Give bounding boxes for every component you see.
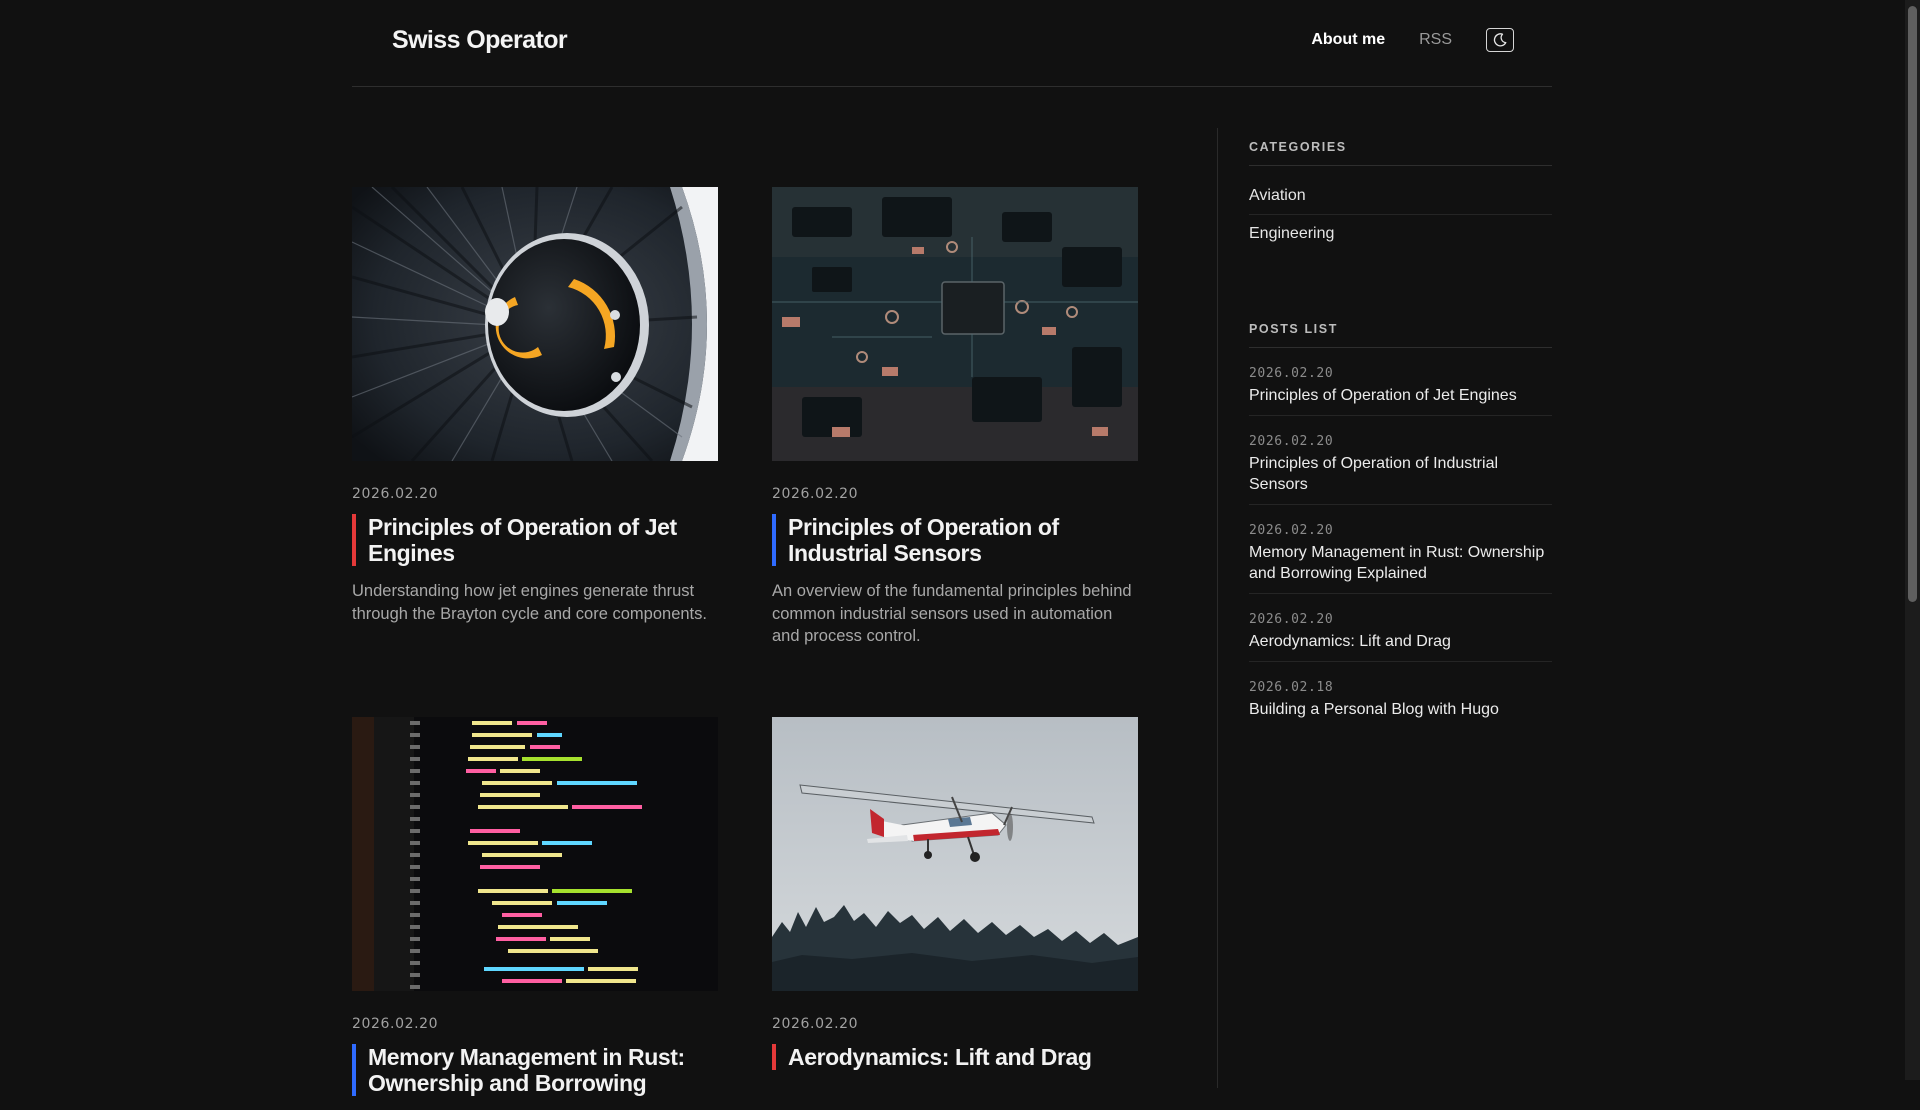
category-link-engineering[interactable]: Engineering bbox=[1249, 215, 1552, 252]
post-title-accent: Aerodynamics: Lift and Drag bbox=[772, 1044, 1138, 1070]
sidebar: CATEGORIES Aviation Engineering POSTS LI… bbox=[1217, 128, 1554, 1088]
categories-list: Aviation Engineering bbox=[1249, 177, 1552, 252]
posts-list-date: 2026.02.20 bbox=[1249, 434, 1334, 449]
posts-list-item[interactable]: 2026.02.20 Principles of Operation of In… bbox=[1249, 416, 1552, 505]
scrollbar-thumb[interactable] bbox=[1908, 6, 1917, 602]
post-title-accent: Principles of Operation of Jet Engines bbox=[352, 514, 718, 566]
code-screen-image[interactable] bbox=[352, 717, 718, 991]
posts-list-title-link[interactable]: Aerodynamics: Lift and Drag bbox=[1249, 631, 1552, 652]
jet-engine-fan-image[interactable] bbox=[352, 187, 718, 461]
posts-list-heading: POSTS LIST bbox=[1249, 322, 1552, 348]
post-card[interactable]: 2026.02.20 Aerodynamics: Lift and Drag bbox=[772, 717, 1138, 1084]
posts-list-title-link[interactable]: Principles of Operation of Jet Engines bbox=[1249, 385, 1552, 406]
page: Swiss Operator About me RSS 2026.02.20 P… bbox=[0, 0, 1905, 1096]
post-date: 2026.02.20 bbox=[772, 486, 859, 502]
posts-list-item[interactable]: 2026.02.18 Building a Personal Blog with… bbox=[1249, 662, 1552, 729]
posts-list-item[interactable]: 2026.02.20 Aerodynamics: Lift and Drag bbox=[1249, 594, 1552, 662]
posts-list-date: 2026.02.20 bbox=[1249, 612, 1334, 627]
posts-list-section: POSTS LIST 2026.02.20 Principles of Oper… bbox=[1249, 322, 1552, 729]
airplane-image[interactable] bbox=[772, 717, 1138, 991]
posts-list-date: 2026.02.20 bbox=[1249, 366, 1334, 381]
theme-toggle-button[interactable] bbox=[1486, 28, 1514, 52]
post-excerpt: Understanding how jet engines generate t… bbox=[352, 582, 707, 623]
posts-list-date: 2026.02.20 bbox=[1249, 523, 1334, 538]
nav-about-link[interactable]: About me bbox=[1311, 31, 1385, 49]
site-header: Swiss Operator About me RSS bbox=[352, 0, 1552, 87]
category-link-aviation[interactable]: Aviation bbox=[1249, 177, 1552, 215]
post-title-link[interactable]: Principles of Operation of Industrial Se… bbox=[788, 514, 1138, 566]
moon-icon bbox=[1493, 33, 1507, 47]
post-title-link[interactable]: Memory Management in Rust: Ownership and… bbox=[368, 1044, 718, 1096]
post-title-accent: Memory Management in Rust: Ownership and… bbox=[352, 1044, 718, 1096]
circuit-board-image[interactable] bbox=[772, 187, 1138, 461]
main-nav: About me RSS bbox=[1311, 28, 1514, 52]
post-card[interactable]: 2026.02.20 Memory Management in Rust: Ow… bbox=[352, 717, 718, 1110]
page-scrollbar[interactable] bbox=[1905, 0, 1920, 1080]
categories-heading: CATEGORIES bbox=[1249, 140, 1552, 166]
posts-list-title-link[interactable]: Principles of Operation of Industrial Se… bbox=[1249, 453, 1552, 495]
post-card[interactable]: 2026.02.20 Principles of Operation of In… bbox=[772, 187, 1138, 648]
posts-list-title-link[interactable]: Building a Personal Blog with Hugo bbox=[1249, 699, 1552, 720]
posts-list-item[interactable]: 2026.02.20 Memory Management in Rust: Ow… bbox=[1249, 505, 1552, 594]
site-brand-link[interactable]: Swiss Operator bbox=[392, 26, 568, 55]
post-date: 2026.02.20 bbox=[772, 1016, 859, 1032]
post-title-link[interactable]: Principles of Operation of Jet Engines bbox=[368, 514, 718, 566]
post-date: 2026.02.20 bbox=[352, 486, 439, 502]
categories-section: CATEGORIES Aviation Engineering bbox=[1249, 140, 1552, 252]
posts-list-title-link[interactable]: Memory Management in Rust: Ownership and… bbox=[1249, 542, 1552, 584]
post-title-accent: Principles of Operation of Industrial Se… bbox=[772, 514, 1138, 566]
post-date: 2026.02.20 bbox=[352, 1016, 439, 1032]
posts-list-item[interactable]: 2026.02.20 Principles of Operation of Je… bbox=[1249, 348, 1552, 416]
nav-rss-link[interactable]: RSS bbox=[1419, 31, 1452, 49]
post-excerpt: An overview of the fundamental principle… bbox=[772, 582, 1132, 645]
posts-list-date: 2026.02.18 bbox=[1249, 680, 1334, 695]
post-card[interactable]: 2026.02.20 Principles of Operation of Je… bbox=[352, 187, 718, 625]
post-title-link[interactable]: Aerodynamics: Lift and Drag bbox=[788, 1044, 1138, 1070]
